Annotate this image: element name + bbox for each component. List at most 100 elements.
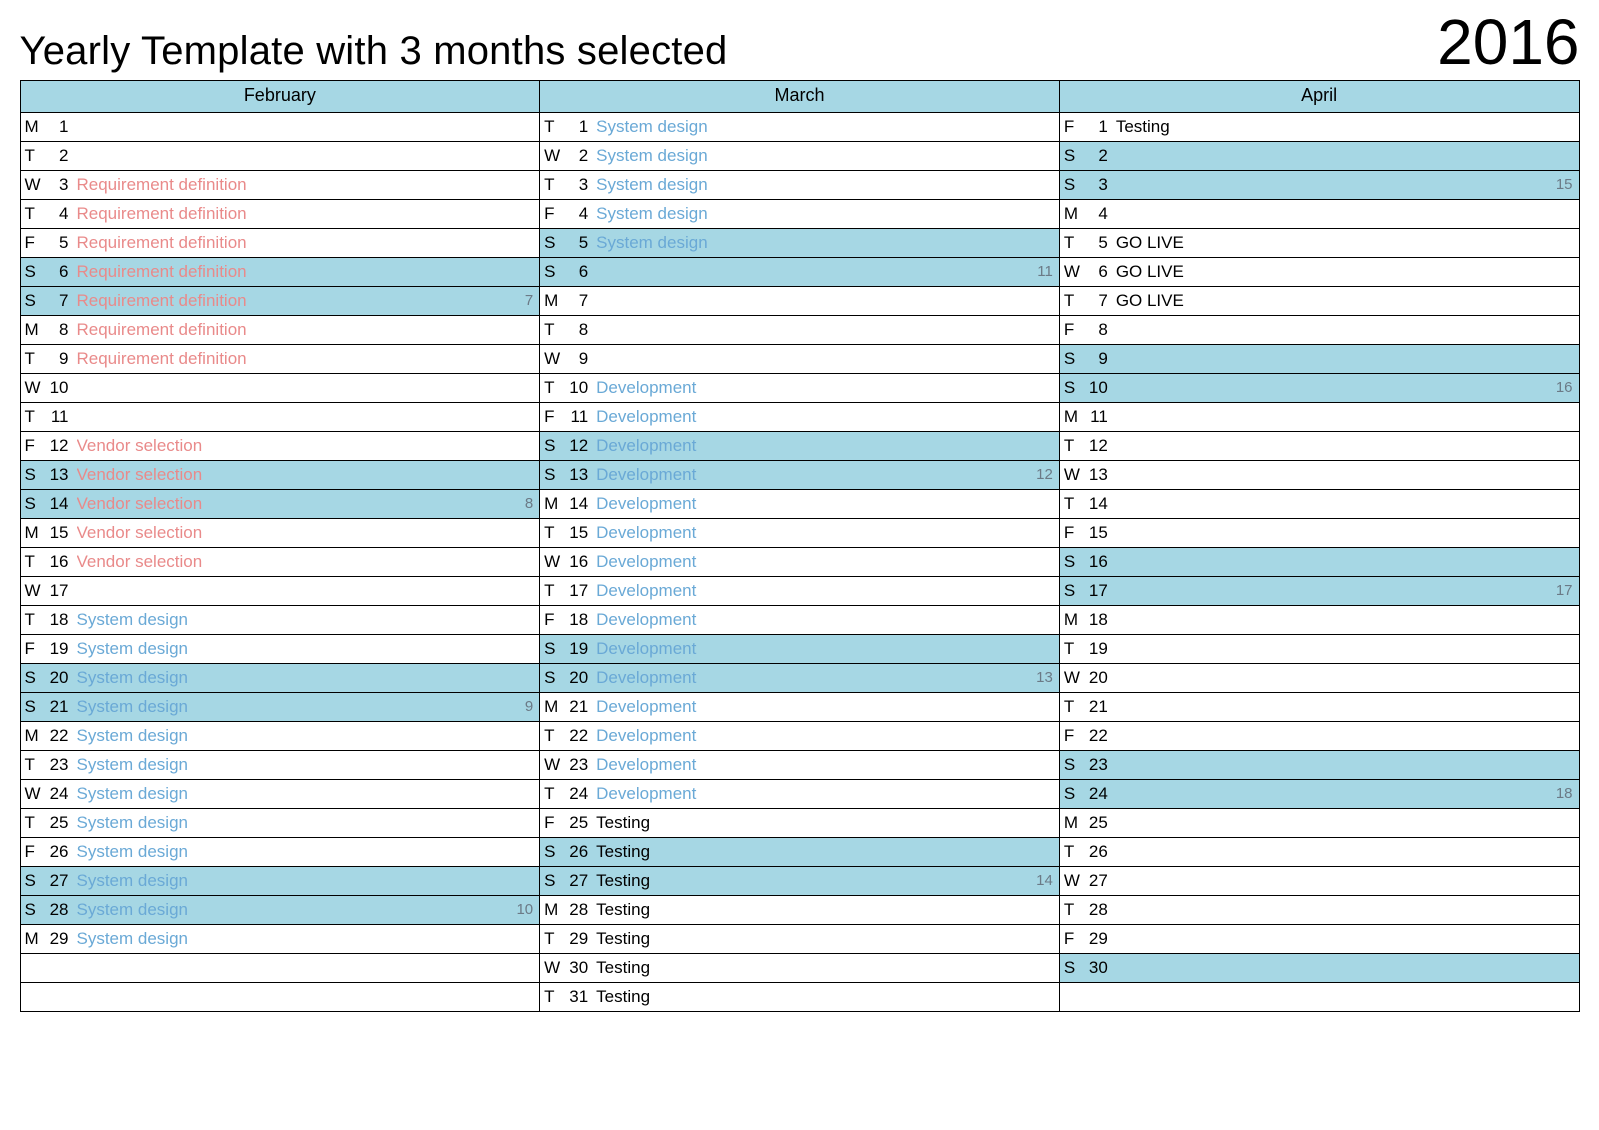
day-cell: W10 bbox=[20, 374, 540, 403]
task-label: Requirement definition bbox=[77, 171, 534, 199]
day-cell-inner: M1 bbox=[21, 113, 540, 141]
task-label: Vendor selection bbox=[77, 461, 534, 489]
day-of-week: T bbox=[1064, 229, 1084, 257]
day-cell: F29 bbox=[1059, 925, 1579, 954]
day-cell-inner: T21 bbox=[1060, 693, 1579, 721]
day-cell-inner: S27Testing14 bbox=[540, 867, 1059, 895]
day-number: 18 bbox=[45, 606, 77, 634]
day-cell-inner: W30Testing bbox=[540, 954, 1059, 982]
day-cell-inner: W23Development bbox=[540, 751, 1059, 779]
day-of-week: M bbox=[544, 490, 564, 518]
task-label: Requirement definition bbox=[77, 229, 534, 257]
day-number: 30 bbox=[564, 954, 596, 982]
day-cell: W13 bbox=[1059, 461, 1579, 490]
day-of-week: T bbox=[544, 316, 564, 344]
day-cell-inner: W9 bbox=[540, 345, 1059, 373]
calendar-row: T18System designF18DevelopmentM18 bbox=[20, 606, 1579, 635]
task-label: Development bbox=[596, 403, 1053, 431]
day-cell: F19System design bbox=[20, 635, 540, 664]
day-of-week: T bbox=[1064, 635, 1084, 663]
task-label: Development bbox=[596, 606, 1053, 634]
day-cell: F15 bbox=[1059, 519, 1579, 548]
day-of-week: W bbox=[544, 142, 564, 170]
day-number: 8 bbox=[45, 316, 77, 344]
day-number: 11 bbox=[45, 403, 77, 431]
day-number: 13 bbox=[1084, 461, 1116, 489]
day-number: 13 bbox=[45, 461, 77, 489]
day-number: 20 bbox=[45, 664, 77, 692]
day-cell: S30 bbox=[1059, 954, 1579, 983]
day-of-week: T bbox=[1064, 896, 1084, 924]
day-number: 2 bbox=[45, 142, 77, 170]
day-number: 2 bbox=[1084, 142, 1116, 170]
day-cell: W27 bbox=[1059, 867, 1579, 896]
task-label: System design bbox=[596, 171, 1053, 199]
day-cell-inner: S20System design bbox=[21, 664, 540, 692]
day-of-week: M bbox=[25, 722, 45, 750]
day-cell-inner: T11 bbox=[21, 403, 540, 431]
header: Yearly Template with 3 months selected 2… bbox=[20, 10, 1580, 74]
day-number: 27 bbox=[45, 867, 77, 895]
day-cell bbox=[20, 954, 540, 983]
task-label: Development bbox=[596, 635, 1053, 663]
day-of-week: M bbox=[1064, 403, 1084, 431]
task-label: Vendor selection bbox=[77, 490, 534, 518]
day-number: 8 bbox=[564, 316, 596, 344]
day-of-week: S bbox=[544, 258, 564, 286]
day-number: 31 bbox=[564, 983, 596, 1011]
day-number: 5 bbox=[1084, 229, 1116, 257]
task-label: System design bbox=[77, 896, 534, 924]
calendar-row: W17T17DevelopmentS1717 bbox=[20, 577, 1579, 606]
day-cell: W6GO LIVE bbox=[1059, 258, 1579, 287]
day-cell: S20System design bbox=[20, 664, 540, 693]
day-of-week: S bbox=[25, 693, 45, 721]
day-cell: T4Requirement definition bbox=[20, 200, 540, 229]
day-cell-inner: M21Development bbox=[540, 693, 1059, 721]
day-cell-inner: S21System design9 bbox=[21, 693, 540, 721]
day-number: 27 bbox=[564, 867, 596, 895]
calendar-row: S27System designS27Testing14W27 bbox=[20, 867, 1579, 896]
day-number: 13 bbox=[564, 461, 596, 489]
day-cell-inner: S611 bbox=[540, 258, 1059, 286]
day-cell-inner: F26System design bbox=[21, 838, 540, 866]
task-label: System design bbox=[77, 664, 534, 692]
calendar-row: M15Vendor selectionT15DevelopmentF15 bbox=[20, 519, 1579, 548]
day-cell-inner: S2 bbox=[1060, 142, 1579, 170]
day-number: 7 bbox=[1084, 287, 1116, 315]
day-of-week: T bbox=[544, 925, 564, 953]
day-cell: S19Development bbox=[540, 635, 1060, 664]
day-of-week: T bbox=[544, 577, 564, 605]
day-cell: T7GO LIVE bbox=[1059, 287, 1579, 316]
day-cell-inner: F29 bbox=[1060, 925, 1579, 953]
day-cell: W30Testing bbox=[540, 954, 1060, 983]
calendar-row: S20System designS20Development13W20 bbox=[20, 664, 1579, 693]
day-cell: W9 bbox=[540, 345, 1060, 374]
day-cell: T15Development bbox=[540, 519, 1060, 548]
day-of-week: T bbox=[25, 548, 45, 576]
day-of-week: T bbox=[25, 751, 45, 779]
day-of-week: S bbox=[1064, 577, 1084, 605]
day-cell-inner: T5GO LIVE bbox=[1060, 229, 1579, 257]
year-label: 2016 bbox=[1437, 10, 1579, 74]
day-cell: T23System design bbox=[20, 751, 540, 780]
day-number: 5 bbox=[45, 229, 77, 257]
day-cell-inner: S14Vendor selection8 bbox=[21, 490, 540, 518]
task-label: System design bbox=[596, 113, 1053, 141]
day-cell-inner: S20Development13 bbox=[540, 664, 1059, 692]
day-cell-inner: T16Vendor selection bbox=[21, 548, 540, 576]
day-cell-inner: S26Testing bbox=[540, 838, 1059, 866]
calendar-row: F19System designS19DevelopmentT19 bbox=[20, 635, 1579, 664]
day-cell: T16Vendor selection bbox=[20, 548, 540, 577]
day-number: 24 bbox=[1084, 780, 1116, 808]
calendar-row: T4Requirement definitionF4System designM… bbox=[20, 200, 1579, 229]
day-cell-inner: W27 bbox=[1060, 867, 1579, 895]
task-label: System design bbox=[596, 200, 1053, 228]
task-label: Development bbox=[596, 519, 1053, 547]
day-cell-inner: W24System design bbox=[21, 780, 540, 808]
day-number: 25 bbox=[1084, 809, 1116, 837]
day-cell: F5Requirement definition bbox=[20, 229, 540, 258]
day-number: 19 bbox=[1084, 635, 1116, 663]
day-number: 23 bbox=[45, 751, 77, 779]
task-label: Development bbox=[596, 374, 1053, 402]
task-label: GO LIVE bbox=[1116, 258, 1573, 286]
